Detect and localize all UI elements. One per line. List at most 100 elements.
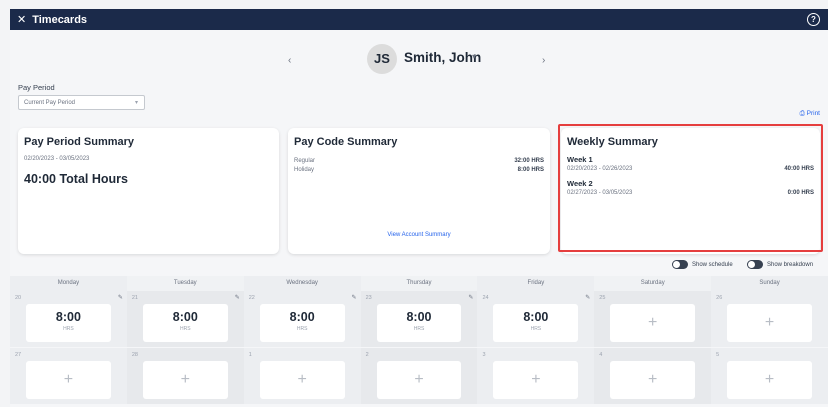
day-number: 24 xyxy=(482,295,489,301)
show-breakdown-toggle[interactable]: Show breakdown xyxy=(747,260,813,269)
hours-entry[interactable]: 8:00 HRS xyxy=(259,304,345,342)
day-number: 1 xyxy=(248,352,252,358)
hours-value: 8:00 xyxy=(523,310,549,324)
add-entry-button[interactable]: + xyxy=(142,361,228,399)
avatar: JS xyxy=(367,44,397,74)
pay-code-row: Holiday 8:00 HRS xyxy=(294,167,544,173)
calendar-day[interactable]: 24 ✎ 8:00 HRS xyxy=(477,291,595,347)
pay-code-label: Holiday xyxy=(294,167,315,173)
day-number: 25 xyxy=(599,295,606,301)
week-hours: 0:00 HRS xyxy=(787,190,814,196)
calendar-day[interactable]: 5 + xyxy=(711,348,828,404)
print-label: Print xyxy=(806,110,820,117)
day-number: 4 xyxy=(599,352,603,358)
hours-unit: HRS xyxy=(296,326,308,332)
next-employee-button[interactable]: › xyxy=(542,55,545,66)
calendar-day[interactable]: 4 + xyxy=(594,348,712,404)
weekly-summary-title: Weekly Summary xyxy=(567,136,658,148)
calendar-day[interactable]: 22 ✎ 8:00 HRS xyxy=(243,291,361,347)
week-name: Week 2 xyxy=(567,179,593,188)
hours-value: 8:00 xyxy=(172,310,198,324)
close-icon[interactable]: ✕ xyxy=(17,13,26,26)
calendar-day[interactable]: 23 ✎ 8:00 HRS xyxy=(360,291,478,347)
calendar-day[interactable]: 3 + xyxy=(477,348,595,404)
day-number: 23 xyxy=(365,295,372,301)
toggle-switch[interactable] xyxy=(747,260,763,269)
pay-period-label: Pay Period xyxy=(18,83,55,92)
hours-value: 8:00 xyxy=(289,310,315,324)
day-number: 27 xyxy=(15,352,22,358)
calendar-day[interactable]: 1 + xyxy=(243,348,361,404)
hours-entry[interactable]: 8:00 HRS xyxy=(142,304,228,342)
chevron-down-icon[interactable]: ▾ xyxy=(472,52,476,61)
day-header: Saturday xyxy=(594,276,712,291)
title-bar: ✕ Timecards ? xyxy=(10,9,828,30)
add-entry-button[interactable]: + xyxy=(610,304,696,342)
week-hours: 40:00 HRS xyxy=(784,166,814,172)
pencil-icon[interactable]: ✎ xyxy=(235,294,240,301)
toggle-switch[interactable] xyxy=(672,260,688,269)
prev-employee-button[interactable]: ‹ xyxy=(288,55,291,66)
calendar-day[interactable]: 20 ✎ 8:00 HRS xyxy=(10,291,127,347)
hours-unit: HRS xyxy=(63,326,74,332)
show-schedule-toggle[interactable]: Show schedule xyxy=(672,260,733,269)
day-header: Wednesday xyxy=(243,276,361,291)
pencil-icon[interactable]: ✎ xyxy=(468,294,473,301)
day-header: Thursday xyxy=(360,276,478,291)
pay-code-summary-title: Pay Code Summary xyxy=(294,136,398,148)
pay-code-hours: 8:00 HRS xyxy=(517,167,544,173)
total-hours: 40:00 Total Hours xyxy=(24,172,128,186)
day-header: Tuesday xyxy=(126,276,244,291)
week-name: Week 1 xyxy=(567,155,593,164)
hours-value: 8:00 xyxy=(406,310,432,324)
day-number: 2 xyxy=(365,352,369,358)
weekly-summary-card: Weekly Summary Week 1 02/20/2023 - 02/26… xyxy=(561,128,820,254)
add-entry-button[interactable]: + xyxy=(26,361,111,399)
add-entry-button[interactable]: + xyxy=(259,361,345,399)
pencil-icon[interactable]: ✎ xyxy=(118,294,123,301)
calendar-day[interactable]: 26 + xyxy=(711,291,828,347)
pencil-icon[interactable]: ✎ xyxy=(585,294,590,301)
print-button[interactable]: ⎙ Print xyxy=(800,110,820,118)
day-number: 3 xyxy=(482,352,486,358)
hours-entry[interactable]: 8:00 HRS xyxy=(376,304,462,342)
calendar-week-2: 27 + 28 + 1 + 2 + 3 + 4 + 5 + xyxy=(10,348,828,404)
window-title: Timecards xyxy=(32,13,88,26)
pay-period-value: Current Pay Period xyxy=(24,100,76,106)
pay-period-summary-card: Pay Period Summary 02/20/2023 - 03/05/20… xyxy=(18,128,279,254)
chevron-down-icon: ▾ xyxy=(134,100,138,106)
hours-entry[interactable]: 8:00 HRS xyxy=(493,304,579,342)
calendar-day[interactable]: 28 + xyxy=(126,348,244,404)
day-number: 21 xyxy=(131,295,138,301)
day-header: Monday xyxy=(10,276,127,291)
add-entry-button[interactable]: + xyxy=(727,361,813,399)
day-number: 5 xyxy=(716,352,720,358)
help-icon[interactable]: ? xyxy=(807,13,820,26)
week-summary-row: Week 1 02/20/2023 - 02/26/2023 40:00 HRS xyxy=(567,155,814,172)
day-number: 20 xyxy=(15,295,22,301)
calendar-week-1: 20 ✎ 8:00 HRS 21 ✎ 8:00 HRS 22 ✎ 8:00 HR… xyxy=(10,291,828,347)
pay-code-row: Regular 32:00 HRS xyxy=(294,158,544,164)
day-number: 26 xyxy=(716,295,723,301)
add-entry-button[interactable]: + xyxy=(610,361,696,399)
add-entry-button[interactable]: + xyxy=(727,304,813,342)
view-account-summary-link[interactable]: View Account Summary xyxy=(288,232,550,238)
pencil-icon[interactable]: ✎ xyxy=(352,294,357,301)
calendar-day[interactable]: 25 + xyxy=(594,291,712,347)
calendar-header: Monday Tuesday Wednesday Thursday Friday… xyxy=(10,276,828,291)
pay-period-select[interactable]: Current Pay Period ▾ xyxy=(18,95,145,110)
toggle-label: Show breakdown xyxy=(767,261,814,268)
hours-unit: HRS xyxy=(180,326,191,332)
add-entry-button[interactable]: + xyxy=(376,361,462,399)
add-entry-button[interactable]: + xyxy=(493,361,579,399)
timecard-content: ‹ JS Smith, John ▾ › Pay Period Current … xyxy=(10,30,828,407)
week-range: 02/27/2023 - 03/05/2023 xyxy=(567,190,633,196)
calendar-day[interactable]: 27 + xyxy=(10,348,127,404)
pay-code-summary-card: Pay Code Summary Regular 32:00 HRS Holid… xyxy=(288,128,550,254)
day-header: Friday xyxy=(477,276,595,291)
calendar-day[interactable]: 21 ✎ 8:00 HRS xyxy=(126,291,244,347)
pay-code-label: Regular xyxy=(294,158,316,164)
hours-entry[interactable]: 8:00 HRS xyxy=(26,304,111,342)
employee-name[interactable]: Smith, John xyxy=(404,50,481,65)
calendar-day[interactable]: 2 + xyxy=(360,348,478,404)
